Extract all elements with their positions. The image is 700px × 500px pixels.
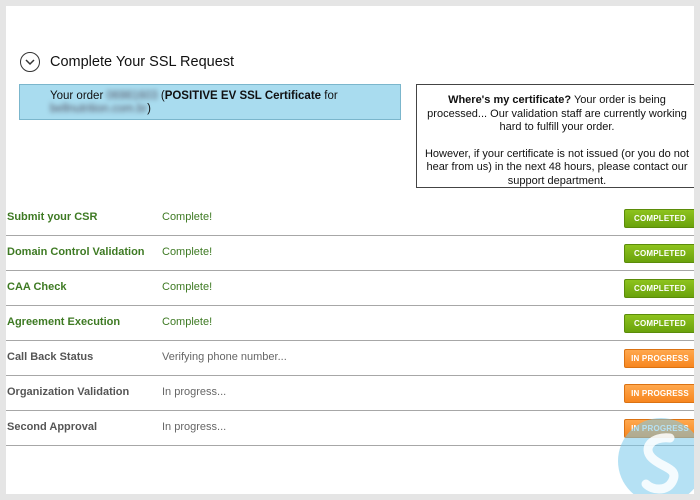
page-title: Complete Your SSL Request	[50, 54, 235, 70]
certificate-info-box: Where's my certificate? Your order is be…	[416, 84, 694, 188]
step-row: CAA Check Complete! COMPLETED	[6, 271, 694, 306]
step-status: Complete!	[162, 211, 213, 223]
step-row: Second ApprovalIn progress...IN PROGRESS	[6, 411, 694, 446]
step-status: In progress...	[162, 386, 227, 398]
info-heading: Where's my certificate?	[448, 94, 572, 106]
step-status: Verifying phone number...	[162, 351, 287, 363]
chevron-down-icon[interactable]	[20, 52, 40, 72]
step-name: Organization Validation	[7, 386, 130, 398]
step-row: Agreement Execution Complete! COMPLETED	[6, 306, 694, 341]
step-name: CAA Check	[7, 281, 67, 293]
order-prefix: Your order	[50, 90, 104, 102]
step-name: Call Back Status	[7, 351, 94, 363]
step-status: In progress...	[162, 421, 227, 433]
step-name: Agreement Execution	[7, 316, 121, 328]
step-name: Second Approval	[7, 421, 98, 433]
ssl-request-panel: Complete Your SSL Request Your order 069…	[6, 6, 694, 494]
step-name: Domain Control Validation	[7, 246, 145, 258]
info-text-support: However, if your certificate is not issu…	[424, 147, 690, 187]
order-number: 06981603	[106, 90, 158, 102]
step-row: Call Back Status Verifying phone number..…	[6, 341, 694, 376]
step-status: Complete!	[162, 316, 213, 328]
status-badge: IN PROGRESS	[624, 349, 694, 368]
step-name: Submit your CSR	[7, 211, 98, 223]
order-for-text: for	[324, 90, 338, 102]
step-row: Domain Control Validation Complete! COMPLE…	[6, 236, 694, 271]
order-summary: Your order 06981603 (POSITIVE EV SSL Cer…	[19, 84, 401, 120]
validation-steps: Submit your CSR Complete! COMPLETED Domain …	[6, 201, 694, 446]
status-badge: IN PROGRESS	[624, 384, 694, 403]
logo-icon	[618, 418, 694, 494]
status-badge: COMPLETED	[624, 279, 694, 298]
order-domain: bellnutrition.com.br	[50, 103, 148, 115]
status-badge: COMPLETED	[624, 209, 694, 228]
step-row: Submit your CSR Complete! COMPLETED	[6, 201, 694, 236]
section-header[interactable]: Complete Your SSL Request	[20, 52, 234, 72]
product-name: POSITIVE EV SSL Certificate	[164, 90, 322, 102]
step-row: Organization Validation In progress... IN …	[6, 376, 694, 411]
status-badge: COMPLETED	[624, 244, 694, 263]
step-status: Complete!	[162, 281, 213, 293]
status-badge: COMPLETED	[624, 314, 694, 333]
step-status: Complete!	[162, 246, 213, 258]
